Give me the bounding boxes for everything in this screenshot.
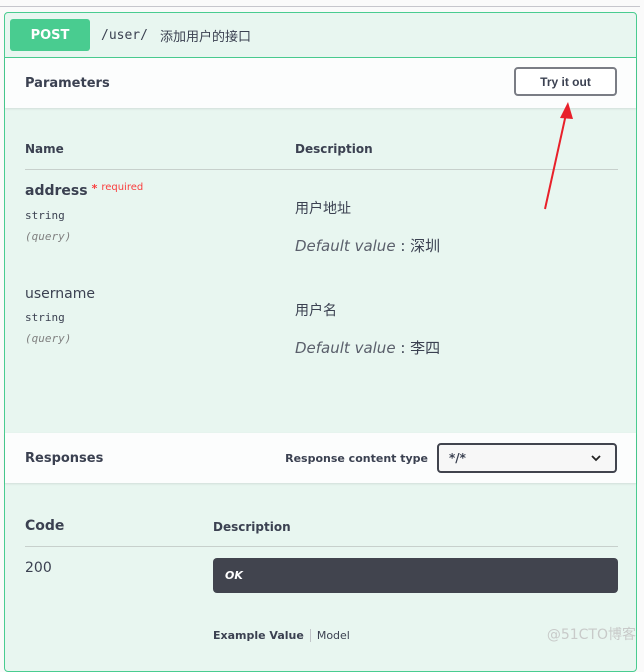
param-type: string — [25, 209, 65, 222]
param-default: Default value : 李四 — [295, 339, 441, 357]
response-content-type-label: Response content type — [285, 452, 428, 465]
default-label: Default value — [295, 339, 396, 357]
param-description: 用户地址 — [295, 201, 351, 217]
top-separator — [0, 6, 640, 7]
tab-model[interactable]: Model — [311, 629, 350, 642]
column-header-response-description: Description — [213, 520, 291, 534]
default-value: 李四 — [410, 339, 441, 357]
default-value: 深圳 — [410, 237, 441, 255]
param-location: (query) — [25, 332, 72, 345]
response-description: OK — [225, 569, 243, 582]
required-label: required — [101, 182, 144, 193]
operation-block-post-user: POST /user/ 添加用户的接口 Parameters Try it ou… — [4, 12, 637, 672]
required-star: * — [91, 182, 98, 195]
method-badge: POST — [10, 19, 90, 51]
operation-summary-text: 添加用户的接口 — [159, 29, 251, 45]
param-description: 用户名 — [295, 303, 337, 319]
param-location: (query) — [25, 230, 72, 243]
responses-divider — [25, 546, 618, 547]
param-type: string — [25, 311, 65, 324]
try-it-out-button[interactable]: Try it out — [514, 67, 617, 96]
column-header-name: Name — [25, 142, 64, 156]
column-header-code: Code — [25, 518, 65, 534]
operation-summary[interactable]: POST /user/ 添加用户的接口 — [5, 13, 636, 58]
parameters-header: Parameters Try it out — [5, 58, 636, 108]
parameters-title: Parameters — [25, 75, 110, 91]
response-content-type-select[interactable]: */* — [437, 443, 617, 473]
tab-example-value[interactable]: Example Value — [213, 629, 311, 642]
operation-path: /user/ — [101, 27, 148, 43]
column-header-description: Description — [295, 142, 373, 156]
param-name-address: address * required — [25, 182, 144, 199]
response-code: 200 — [25, 560, 52, 576]
response-content-type-value: */* — [449, 451, 466, 465]
param-name-username: username — [25, 286, 95, 302]
watermark: @51CTO博客 — [546, 627, 636, 643]
responses-title: Responses — [25, 450, 104, 466]
example-tabs: Example Value Model — [213, 629, 350, 642]
param-name-text: address — [25, 183, 88, 199]
param-default: Default value : 深圳 — [295, 237, 441, 255]
response-description-box: OK — [213, 558, 618, 593]
chevron-down-icon — [591, 455, 601, 462]
responses-header: Responses Response content type */* — [5, 433, 636, 483]
parameters-divider — [25, 169, 618, 170]
default-label: Default value — [295, 237, 396, 255]
